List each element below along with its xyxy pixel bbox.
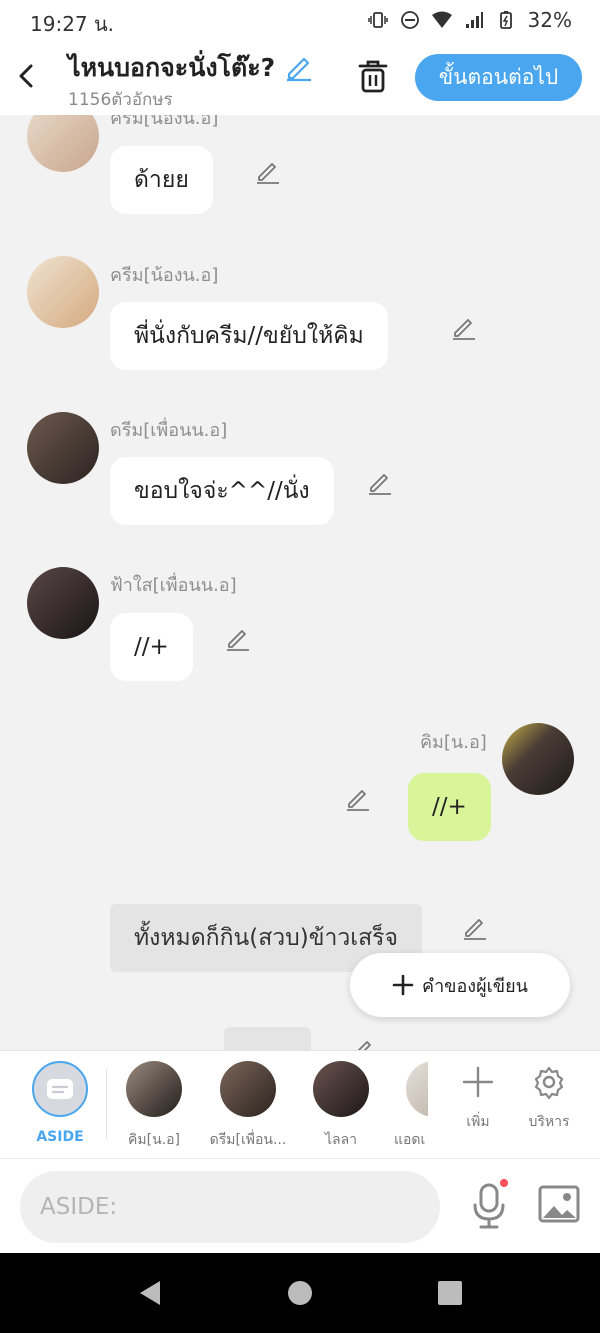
trash-icon[interactable] (356, 57, 390, 95)
edit-message-icon[interactable] (344, 784, 372, 812)
narration-bubble-partial[interactable] (224, 1027, 311, 1050)
avatar[interactable] (27, 412, 99, 484)
character-item[interactable]: แอดเ (380, 1061, 428, 1151)
plus-icon (462, 1066, 494, 1098)
character-label: แอดเ (394, 1132, 426, 1148)
character-aside[interactable]: ASIDE (20, 1061, 100, 1145)
next-step-button[interactable]: ขั้นตอนต่อไป (415, 54, 582, 101)
edit-message-icon[interactable] (450, 313, 478, 341)
avatar (126, 1061, 182, 1117)
character-item[interactable]: ดรีม[เพื่อน... (206, 1061, 290, 1151)
status-bar: 19:27 น. 32% (0, 0, 600, 40)
message-input[interactable] (20, 1171, 440, 1243)
input-bar (0, 1158, 600, 1253)
nav-back-icon[interactable] (132, 1273, 172, 1313)
status-time: 19:27 น. (30, 12, 115, 36)
header: ไหนบอกจะนั่งโต๊ะ? 1156ตัวอักษร ขั้นตอนต่… (0, 40, 600, 115)
nav-home-icon[interactable] (280, 1273, 320, 1313)
message-bubble[interactable]: ขอบใจจ่ะ^^//นั่ง (110, 457, 334, 525)
avatar (313, 1061, 369, 1117)
back-icon[interactable] (12, 56, 42, 96)
speaker-name: ฟ้าใส[เพื่อนน.อ] (110, 575, 237, 596)
aside-icon (32, 1061, 88, 1117)
edit-message-icon[interactable] (349, 1035, 377, 1050)
divider (106, 1069, 107, 1139)
system-nav-bar (0, 1253, 600, 1333)
speaker-name: ดรีม[เพื่อนน.อ] (110, 420, 228, 441)
avatar[interactable] (27, 567, 99, 639)
edit-message-icon[interactable] (461, 913, 489, 941)
gear-icon (534, 1066, 564, 1100)
avatar[interactable] (27, 115, 99, 172)
add-character-button[interactable]: เพิ่ม (448, 1065, 508, 1133)
manage-label: บริหาร (528, 1114, 570, 1130)
character-count: 1156ตัวอักษร (68, 90, 173, 110)
character-label: ไลลา (324, 1132, 358, 1148)
vibrate-icon (367, 12, 388, 28)
avatar (406, 1061, 428, 1117)
edit-message-icon[interactable] (254, 157, 282, 185)
microphone-icon[interactable] (470, 1179, 508, 1231)
author-note-label: คำของผู้เขียน (422, 975, 528, 997)
do-not-disturb-icon (400, 11, 419, 29)
edit-message-icon[interactable] (366, 468, 394, 496)
nav-recents-icon[interactable] (430, 1273, 470, 1313)
message-bubble[interactable]: //+ (408, 773, 491, 841)
character-item[interactable]: ไลลา (301, 1061, 381, 1151)
character-item[interactable]: คิม[น.อ] (114, 1061, 194, 1151)
message-bubble[interactable]: //+ (110, 613, 193, 681)
author-note-button[interactable]: คำของผู้เขียน (350, 953, 570, 1017)
wifi-icon (431, 11, 452, 28)
avatar[interactable] (27, 256, 99, 328)
notification-dot (500, 1179, 508, 1187)
edit-message-icon[interactable] (224, 624, 252, 652)
status-icons: 32% (367, 8, 572, 32)
character-bar: ASIDE คิม[น.อ] ดรีม[เพื่อน... ไลลา แอดเ … (0, 1050, 600, 1158)
character-label: ASIDE (36, 1129, 84, 1145)
speaker-name: คิม[น.อ] (420, 732, 487, 753)
image-icon[interactable] (538, 1185, 580, 1223)
avatar[interactable] (502, 723, 574, 795)
character-label: คิม[น.อ] (128, 1132, 180, 1148)
add-label: เพิ่ม (466, 1114, 490, 1130)
avatar (220, 1061, 276, 1117)
character-label: ดรีม[เพื่อน... (209, 1132, 287, 1148)
battery-percent: 32% (527, 8, 572, 32)
story-title: ไหนบอกจะนั่งโต๊ะ? (68, 53, 276, 82)
message-bubble[interactable]: พี่นั่งกับครีม//ขยับให้คิม (110, 302, 388, 370)
speaker-name: ครีม[น้องน.อ] (110, 265, 219, 286)
plus-icon (392, 974, 414, 996)
manage-button[interactable]: บริหาร (519, 1065, 579, 1133)
message-bubble[interactable]: ด้ายย (110, 146, 213, 214)
chat-area[interactable]: ครีม[น้องน.อ] ด้ายย ครีม[น้องน.อ] พี่นั่… (0, 115, 600, 1050)
battery-icon (499, 11, 512, 29)
signal-icon (465, 12, 483, 28)
edit-title-icon[interactable] (284, 52, 314, 82)
speaker-name: ครีม[น้องน.อ] (110, 115, 219, 129)
